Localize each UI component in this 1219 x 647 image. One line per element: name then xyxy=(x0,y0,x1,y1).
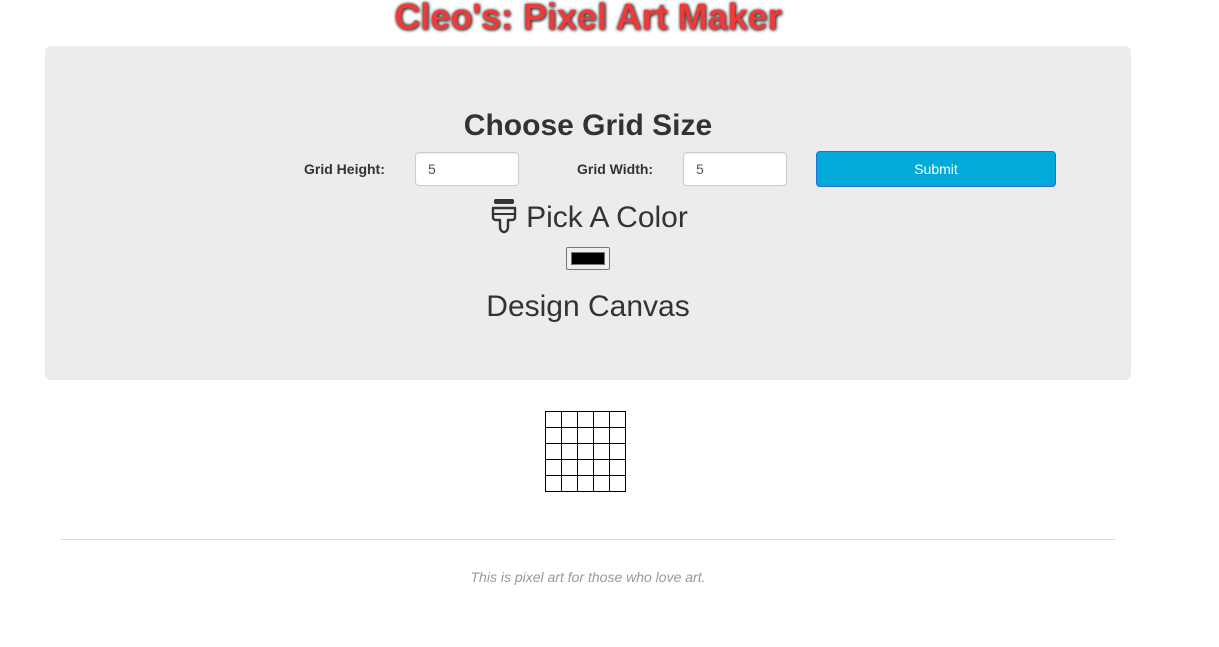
canvas-cell[interactable] xyxy=(593,443,610,460)
grid-size-heading: Choose Grid Size xyxy=(463,109,713,142)
canvas-cell[interactable] xyxy=(609,443,626,460)
canvas-cell[interactable] xyxy=(609,427,626,444)
canvas-cell[interactable] xyxy=(593,475,610,492)
footer-text: This is pixel art for those who love art… xyxy=(470,569,706,585)
canvas-cell[interactable] xyxy=(545,427,562,444)
canvas-cell[interactable] xyxy=(577,443,594,460)
color-picker[interactable] xyxy=(566,247,610,270)
design-canvas-heading: Design Canvas xyxy=(486,290,690,323)
canvas-cell[interactable] xyxy=(609,411,626,428)
canvas-cell[interactable] xyxy=(561,443,578,460)
grid-height-input[interactable] xyxy=(415,152,519,186)
grid-width-input[interactable] xyxy=(683,152,787,186)
submit-button[interactable]: Submit xyxy=(816,151,1056,187)
canvas-cell[interactable] xyxy=(577,427,594,444)
canvas-cell[interactable] xyxy=(561,475,578,492)
canvas-cell[interactable] xyxy=(609,475,626,492)
selected-color-swatch xyxy=(571,252,605,265)
canvas-row xyxy=(545,411,626,428)
canvas-cell[interactable] xyxy=(593,411,610,428)
grid-width-label: Grid Width: xyxy=(577,161,654,177)
canvas-cell[interactable] xyxy=(545,475,562,492)
canvas-row xyxy=(545,443,626,460)
canvas-cell[interactable] xyxy=(577,475,594,492)
divider xyxy=(60,539,1116,540)
canvas-row xyxy=(545,427,626,444)
canvas-cell[interactable] xyxy=(609,459,626,476)
page-title: Cleo's: Pixel Art Maker xyxy=(394,0,782,37)
canvas-cell[interactable] xyxy=(577,411,594,428)
pick-color-label: Pick A Color xyxy=(526,201,688,234)
controls-panel: Choose Grid Size Grid Height: Grid Width… xyxy=(45,46,1131,380)
paint-brush-icon xyxy=(491,199,517,234)
pixel-canvas[interactable] xyxy=(545,411,626,492)
canvas-cell[interactable] xyxy=(561,411,578,428)
grid-height-label: Grid Height: xyxy=(304,161,385,177)
canvas-row xyxy=(545,475,626,492)
canvas-cell[interactable] xyxy=(561,427,578,444)
pick-color-heading: Pick A Color xyxy=(45,198,1131,238)
canvas-cell[interactable] xyxy=(545,443,562,460)
canvas-cell[interactable] xyxy=(545,411,562,428)
canvas-cell[interactable] xyxy=(561,459,578,476)
canvas-cell[interactable] xyxy=(593,459,610,476)
canvas-cell[interactable] xyxy=(545,459,562,476)
canvas-cell[interactable] xyxy=(593,427,610,444)
canvas-row xyxy=(545,459,626,476)
canvas-cell[interactable] xyxy=(577,459,594,476)
